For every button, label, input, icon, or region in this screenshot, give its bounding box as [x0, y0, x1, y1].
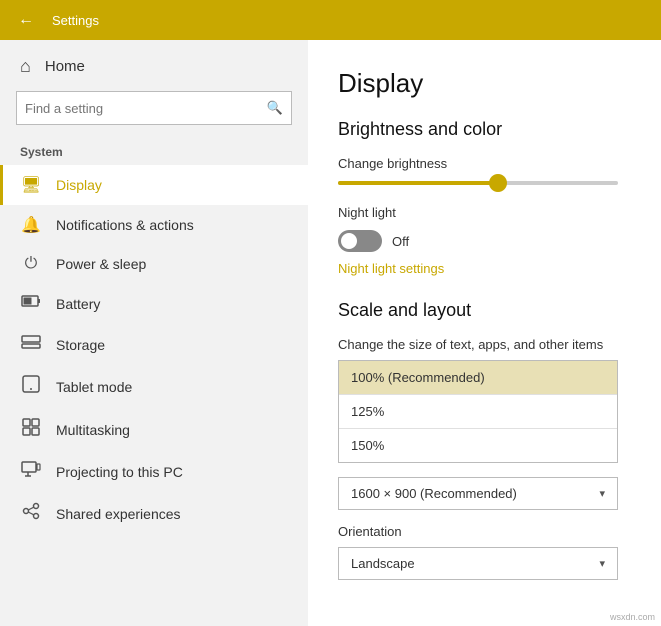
tablet-icon — [20, 375, 42, 398]
page-title: Display — [338, 68, 631, 99]
sidebar-item-multitasking[interactable]: Multitasking — [0, 408, 308, 451]
scale-section: Scale and layout Change the size of text… — [338, 300, 631, 580]
night-light-state: Off — [392, 234, 409, 249]
brightness-color-title: Brightness and color — [338, 119, 631, 140]
resolution-value: 1600 × 900 (Recommended) — [351, 486, 517, 501]
toggle-thumb — [341, 233, 357, 249]
scale-option-150[interactable]: 150% — [339, 428, 617, 462]
brightness-fill — [338, 181, 498, 185]
brightness-thumb[interactable] — [489, 174, 507, 192]
display-icon: 🖥 — [20, 175, 42, 195]
night-light-toggle-row: Off — [338, 230, 631, 252]
home-icon: ⌂ — [20, 56, 31, 77]
sidebar-item-label-shared: Shared experiences — [56, 506, 181, 522]
sidebar-item-display[interactable]: 🖥 Display — [0, 165, 308, 205]
power-icon: ⏻ — [20, 255, 42, 273]
sidebar-item-shared[interactable]: Shared experiences — [0, 492, 308, 535]
watermark: wsxdn.com — [610, 612, 655, 622]
home-label: Home — [45, 58, 85, 75]
orientation-value: Landscape — [351, 556, 415, 571]
sidebar-section-label: System — [0, 135, 308, 165]
search-input[interactable] — [25, 101, 267, 116]
sidebar-item-power[interactable]: ⏻ Power & sleep — [0, 245, 308, 283]
sidebar-item-label-multitasking: Multitasking — [56, 422, 130, 438]
sidebar-item-notifications[interactable]: 🔔 Notifications & actions — [0, 205, 308, 245]
sidebar-item-home[interactable]: ⌂ Home — [0, 40, 308, 91]
sidebar-item-label-notifications: Notifications & actions — [56, 217, 194, 233]
sidebar-item-storage[interactable]: Storage — [0, 324, 308, 365]
sidebar-item-tablet[interactable]: Tablet mode — [0, 365, 308, 408]
sidebar-item-label-storage: Storage — [56, 337, 105, 353]
sidebar-item-label-power: Power & sleep — [56, 256, 146, 272]
storage-icon — [20, 334, 42, 355]
multitasking-icon — [20, 418, 42, 441]
back-button[interactable]: ← — [12, 6, 40, 34]
resolution-dropdown-arrow: ▾ — [599, 487, 605, 500]
brightness-label: Change brightness — [338, 156, 631, 171]
title-bar-title: Settings — [52, 13, 99, 28]
scale-option-100[interactable]: 100% (Recommended) — [339, 361, 617, 394]
orientation-label: Orientation — [338, 524, 631, 539]
sidebar-item-battery[interactable]: Battery — [0, 283, 308, 324]
sidebar-item-label-projecting: Projecting to this PC — [56, 464, 183, 480]
title-bar: ← Settings — [0, 0, 661, 40]
scale-option-125[interactable]: 125% — [339, 394, 617, 428]
night-light-settings-link[interactable]: Night light settings — [338, 261, 444, 276]
search-box: 🔍 — [16, 91, 292, 125]
shared-icon — [20, 502, 42, 525]
sidebar-item-label-battery: Battery — [56, 296, 100, 312]
night-light-toggle[interactable] — [338, 230, 382, 252]
notifications-icon: 🔔 — [20, 215, 42, 235]
brightness-track[interactable] — [338, 181, 618, 185]
main-content: Display Brightness and color Change brig… — [308, 40, 661, 626]
sidebar-item-label-display: Display — [56, 177, 102, 193]
sidebar-item-label-tablet: Tablet mode — [56, 379, 132, 395]
resolution-dropdown[interactable]: 1600 × 900 (Recommended) ▾ — [338, 477, 618, 510]
scale-layout-title: Scale and layout — [338, 300, 631, 321]
orientation-dropdown[interactable]: Landscape ▾ — [338, 547, 618, 580]
scale-description: Change the size of text, apps, and other… — [338, 337, 631, 352]
night-light-label: Night light — [338, 205, 631, 220]
projecting-icon — [20, 461, 42, 482]
brightness-slider-container[interactable] — [338, 181, 631, 185]
scale-dropdown[interactable]: 100% (Recommended) 125% 150% — [338, 360, 618, 463]
sidebar: ⌂ Home 🔍 System 🖥 Display 🔔 Notification… — [0, 40, 308, 626]
app-layout: ⌂ Home 🔍 System 🖥 Display 🔔 Notification… — [0, 40, 661, 626]
sidebar-item-projecting[interactable]: Projecting to this PC — [0, 451, 308, 492]
battery-icon — [20, 293, 42, 314]
orientation-dropdown-arrow: ▾ — [599, 557, 605, 570]
search-icon: 🔍 — [267, 100, 283, 116]
